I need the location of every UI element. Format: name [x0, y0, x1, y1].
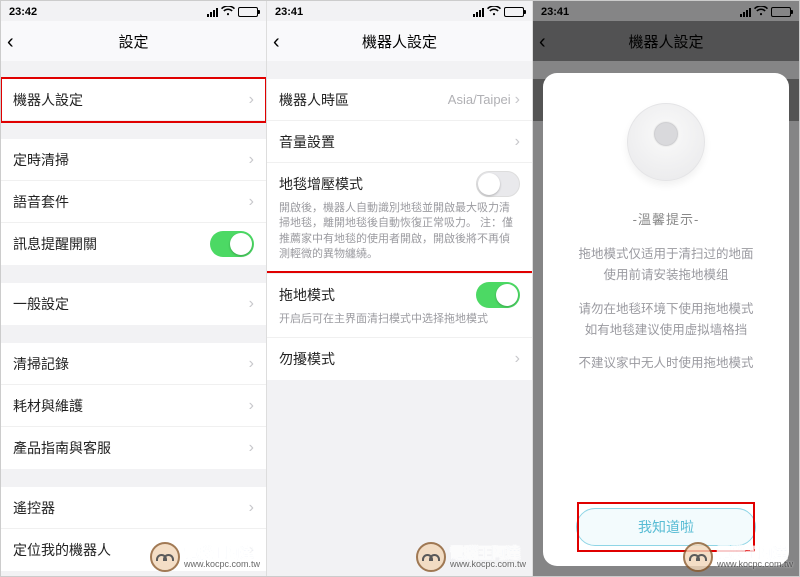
status-bar: 23:42: [1, 1, 266, 21]
status-bar: 23:41: [267, 1, 532, 21]
modal-heading: -溫馨提示-: [633, 209, 700, 228]
row-robot-settings[interactable]: 機器人設定 ›: [1, 79, 266, 121]
battery-icon: [238, 7, 258, 17]
toggle-switch[interactable]: [210, 231, 254, 257]
chevron-right-icon: ›: [249, 355, 254, 373]
screen-settings: 23:42 ‹ 設定 機器人設定 › 定時清掃 ›: [1, 1, 267, 576]
row-guide-support[interactable]: 產品指南與客服 ›: [1, 427, 266, 469]
toggle-switch[interactable]: [476, 171, 520, 197]
row-volume[interactable]: 音量設置 ›: [267, 121, 532, 163]
modal-text-3: 不建议家中无人时使用拖地模式: [578, 353, 753, 374]
mascot-icon: [416, 542, 446, 572]
nav-header: ‹ 設定: [1, 21, 266, 61]
status-time: 23:41: [275, 6, 303, 18]
wifi-icon: [487, 6, 501, 19]
screen-robot-settings: 23:41 ‹ 機器人設定 機器人時區 Asia/Taipei › 音量設置 ›: [267, 1, 533, 576]
ok-button[interactable]: 我知道啦: [576, 508, 756, 546]
chevron-right-icon: ›: [249, 193, 254, 211]
wifi-icon: [221, 6, 235, 19]
row-clean-history[interactable]: 清掃記錄 ›: [1, 343, 266, 385]
row-consumables[interactable]: 耗材與維護 ›: [1, 385, 266, 427]
robot-vacuum-icon: [627, 103, 705, 181]
chevron-right-icon: ›: [249, 499, 254, 517]
chevron-right-icon: ›: [249, 439, 254, 457]
page-title: 設定: [118, 31, 148, 52]
row-voice-pack[interactable]: 語音套件 ›: [1, 181, 266, 223]
row-timezone[interactable]: 機器人時區 Asia/Taipei ›: [267, 79, 532, 121]
screen-modal-tip: 23:41 ‹ 機器人設定 機器人時區 Asia/Taipei ›: [533, 1, 799, 576]
chevron-right-icon: ›: [249, 397, 254, 415]
page-title: 機器人設定: [362, 31, 437, 52]
row-remote[interactable]: 遙控器 ›: [1, 487, 266, 529]
row-notification-toggle[interactable]: 訊息提醒開關: [1, 223, 266, 265]
watermark: 電腦王阿達 www.kocpc.com.tw: [416, 542, 526, 572]
chevron-right-icon: ›: [515, 350, 520, 368]
chevron-right-icon: ›: [249, 541, 254, 559]
row-scheduled-clean[interactable]: 定時清掃 ›: [1, 139, 266, 181]
robot-image: [621, 97, 711, 187]
chevron-right-icon: ›: [249, 151, 254, 169]
chevron-right-icon: ›: [515, 133, 520, 151]
row-description: 開啟後，機器人自動識別地毯並開啟最大吸力清掃地毯，離開地毯後自動恢復正常吸力。 …: [279, 201, 520, 263]
signal-icon: [473, 7, 484, 17]
value-text: Asia/Taipei: [448, 92, 511, 107]
signal-icon: [207, 7, 218, 17]
modal-text-1: 拖地模式仅适用于清扫过的地面 使用前请安装拖地模组: [578, 244, 753, 287]
battery-icon: [504, 7, 524, 17]
tip-modal: -溫馨提示- 拖地模式仅适用于清扫过的地面 使用前请安装拖地模组 请勿在地毯环境…: [543, 73, 789, 566]
row-description: 开启后可在主界面清扫模式中选择拖地模式: [279, 312, 520, 327]
status-time: 23:42: [9, 6, 37, 18]
modal-text-2: 请勿在地毯环境下使用拖地模式 如有地毯建议使用虚拟墙格挡: [578, 299, 753, 342]
row-general-settings[interactable]: 一般設定 ›: [1, 283, 266, 325]
row-dnd-mode[interactable]: 勿擾模式 ›: [267, 338, 532, 380]
row-locate-robot[interactable]: 定位我的機器人 ›: [1, 529, 266, 571]
back-icon[interactable]: ‹: [7, 31, 14, 54]
nav-header: ‹ 機器人設定: [267, 21, 532, 61]
toggle-switch[interactable]: [476, 282, 520, 308]
chevron-right-icon: ›: [515, 91, 520, 109]
row-mop-mode[interactable]: 拖地模式 开启后可在主界面清扫模式中选择拖地模式: [267, 274, 532, 338]
row-carpet-boost[interactable]: 地毯增壓模式 開啟後，機器人自動識別地毯並開啟最大吸力清掃地毯，離開地毯後自動恢…: [267, 163, 532, 274]
chevron-right-icon: ›: [249, 295, 254, 313]
chevron-right-icon: ›: [249, 91, 254, 109]
back-icon[interactable]: ‹: [273, 31, 280, 54]
